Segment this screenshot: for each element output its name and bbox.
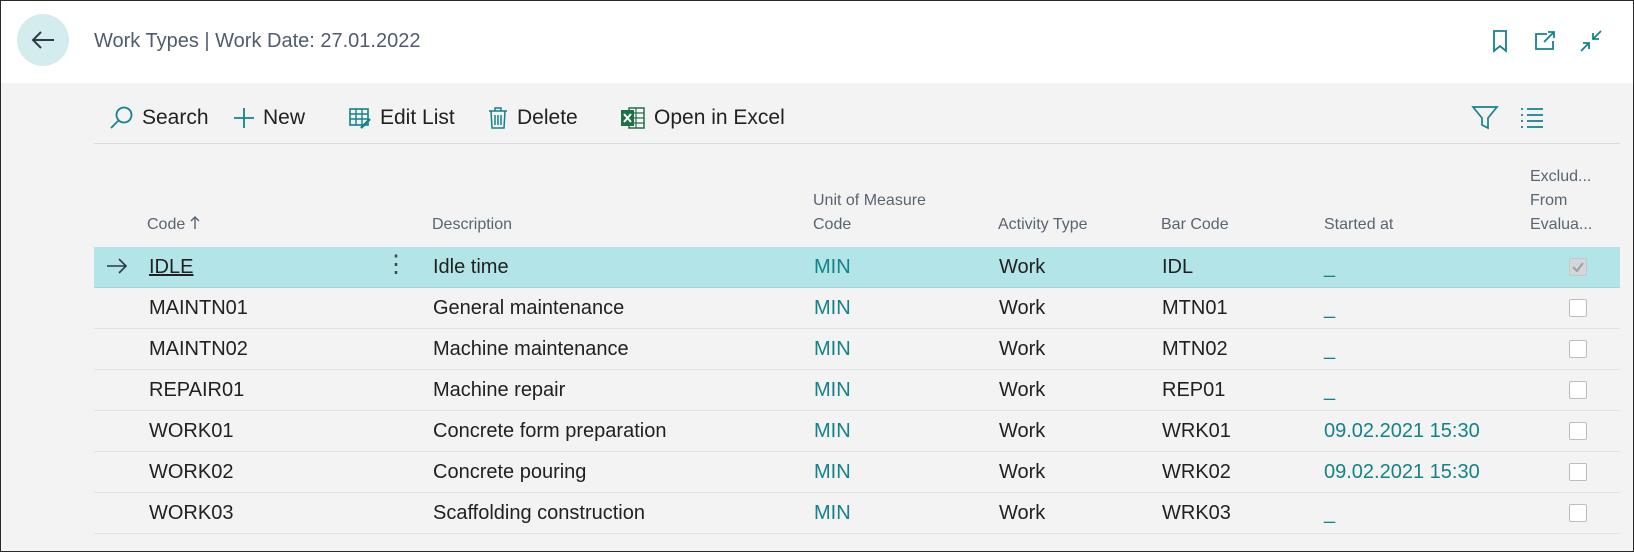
row-started-at[interactable]: _ <box>1324 338 1335 361</box>
row-code[interactable]: MAINTN02 <box>149 338 248 361</box>
row-bar-code: REP01 <box>1162 379 1226 401</box>
col-header-started-at[interactable]: Started at <box>1324 213 1393 237</box>
collapse-icon[interactable] <box>1579 29 1603 53</box>
plus-icon <box>234 108 254 128</box>
row-activity-type: Work <box>999 256 1046 278</box>
row-code[interactable]: WORK02 <box>149 461 233 484</box>
row-excluded-checkbox[interactable] <box>1569 258 1587 276</box>
search-label: Search <box>142 106 209 129</box>
row-uom[interactable]: MIN <box>814 502 851 525</box>
page-title: Work Types | Work Date: 27.01.2022 <box>94 30 421 52</box>
row-indicator-arrow-icon <box>107 258 128 274</box>
row-description: Idle time <box>433 256 509 278</box>
open-in-excel-button[interactable]: Open in Excel <box>620 103 785 133</box>
list-view-icon[interactable] <box>1517 103 1545 131</box>
row-excluded-checkbox[interactable] <box>1569 463 1587 481</box>
row-description: Machine repair <box>433 379 566 401</box>
row-description: Scaffolding construction <box>433 502 645 524</box>
row-uom[interactable]: MIN <box>814 420 851 443</box>
row-activity-type: Work <box>999 461 1046 483</box>
delete-button[interactable]: Delete <box>487 103 578 133</box>
row-code[interactable]: MAINTN01 <box>149 297 248 320</box>
col-header-activity-type[interactable]: Activity Type <box>998 213 1088 237</box>
col-header-uom-line2: Code <box>813 216 852 233</box>
row-description: Concrete form preparation <box>433 420 667 442</box>
col-header-excluded-line1: Exclud... <box>1530 168 1592 185</box>
row-bar-code: WRK01 <box>1162 420 1231 442</box>
row-description: Concrete pouring <box>433 461 587 483</box>
row-bar-code: IDL <box>1162 256 1194 278</box>
arrow-left-icon <box>31 31 54 49</box>
row-code[interactable]: REPAIR01 <box>149 379 244 402</box>
row-started-at[interactable]: _ <box>1324 379 1335 402</box>
row-activity-type: Work <box>999 338 1046 360</box>
search-button[interactable]: Search <box>108 103 209 133</box>
table-row[interactable]: MAINTN02 Machine maintenance MIN Work MT… <box>94 329 1620 370</box>
row-excluded-checkbox[interactable] <box>1569 381 1587 399</box>
col-header-code[interactable]: Code <box>147 213 200 237</box>
row-code[interactable]: WORK01 <box>149 420 233 443</box>
col-header-excluded-line2: From <box>1530 192 1568 209</box>
row-started-at[interactable]: _ <box>1324 256 1335 279</box>
row-activity-type: Work <box>999 379 1046 401</box>
row-started-at[interactable]: 09.02.2021 15:30 <box>1324 461 1480 484</box>
row-description: General maintenance <box>433 297 625 319</box>
edit-list-button[interactable]: Edit List <box>348 103 455 133</box>
row-bar-code: MTN01 <box>1162 297 1228 319</box>
col-header-code-label: Code <box>147 216 186 233</box>
col-header-excluded-line3: Evalua... <box>1530 216 1593 233</box>
col-header-bar-code[interactable]: Bar Code <box>1161 213 1229 237</box>
row-more-options-icon[interactable]: ⋮ <box>384 253 408 277</box>
row-activity-type: Work <box>999 297 1046 319</box>
trash-icon <box>489 107 507 129</box>
col-header-uom-line1: Unit of Measure <box>813 192 926 209</box>
row-excluded-checkbox[interactable] <box>1569 340 1587 358</box>
search-icon <box>110 106 133 129</box>
edit-list-icon <box>349 108 371 129</box>
window-frame: Work Types | Work Date: 27.01.2022 Searc… <box>0 0 1634 552</box>
row-uom[interactable]: MIN <box>814 256 851 279</box>
edit-list-label: Edit List <box>380 106 455 129</box>
row-code[interactable]: WORK03 <box>149 502 233 525</box>
row-started-at[interactable]: _ <box>1324 502 1335 525</box>
row-uom[interactable]: MIN <box>814 379 851 402</box>
new-label: New <box>263 106 306 129</box>
checkmark-icon <box>1572 262 1584 273</box>
table-row[interactable]: MAINTN01 General maintenance MIN Work MT… <box>94 288 1620 329</box>
open-in-excel-label: Open in Excel <box>654 106 785 129</box>
col-header-excluded[interactable]: Exclud... From Evalua... <box>1530 165 1592 237</box>
row-bar-code: MTN02 <box>1162 338 1228 360</box>
row-activity-type: Work <box>999 502 1046 524</box>
new-button[interactable]: New <box>233 103 305 133</box>
table-row[interactable]: IDLE ⋮ Idle time MIN Work IDL _ <box>94 247 1620 288</box>
row-uom[interactable]: MIN <box>814 297 851 320</box>
col-header-uom[interactable]: Unit of Measure Code <box>813 189 926 237</box>
row-code-link[interactable]: IDLE <box>149 256 193 279</box>
filter-icon[interactable] <box>1471 103 1499 131</box>
table-row[interactable]: WORK02 Concrete pouring MIN Work WRK02 0… <box>94 452 1620 493</box>
row-uom[interactable]: MIN <box>814 461 851 484</box>
excel-icon <box>621 107 645 129</box>
sort-ascending-icon <box>190 216 200 229</box>
action-bar: Search New Edit List Delete Open in Exce… <box>94 95 1620 144</box>
col-header-description[interactable]: Description <box>432 213 512 237</box>
table-row[interactable]: WORK03 Scaffolding construction MIN Work… <box>94 493 1620 534</box>
page-header: Work Types | Work Date: 27.01.2022 <box>1 1 1633 83</box>
table-row[interactable]: REPAIR01 Machine repair MIN Work REP01 _ <box>94 370 1620 411</box>
open-new-window-icon[interactable] <box>1533 29 1557 53</box>
bookmark-icon[interactable] <box>1488 29 1512 53</box>
row-bar-code: WRK02 <box>1162 461 1231 483</box>
row-excluded-checkbox[interactable] <box>1569 504 1587 522</box>
back-button[interactable] <box>17 14 69 66</box>
row-excluded-checkbox[interactable] <box>1569 422 1587 440</box>
row-bar-code: WRK03 <box>1162 502 1231 524</box>
delete-label: Delete <box>517 106 578 129</box>
table-row[interactable]: WORK01 Concrete form preparation MIN Wor… <box>94 411 1620 452</box>
row-started-at[interactable]: _ <box>1324 297 1335 320</box>
row-activity-type: Work <box>999 420 1046 442</box>
row-excluded-checkbox[interactable] <box>1569 299 1587 317</box>
row-started-at[interactable]: 09.02.2021 15:30 <box>1324 420 1480 443</box>
row-description: Machine maintenance <box>433 338 629 360</box>
row-uom[interactable]: MIN <box>814 338 851 361</box>
